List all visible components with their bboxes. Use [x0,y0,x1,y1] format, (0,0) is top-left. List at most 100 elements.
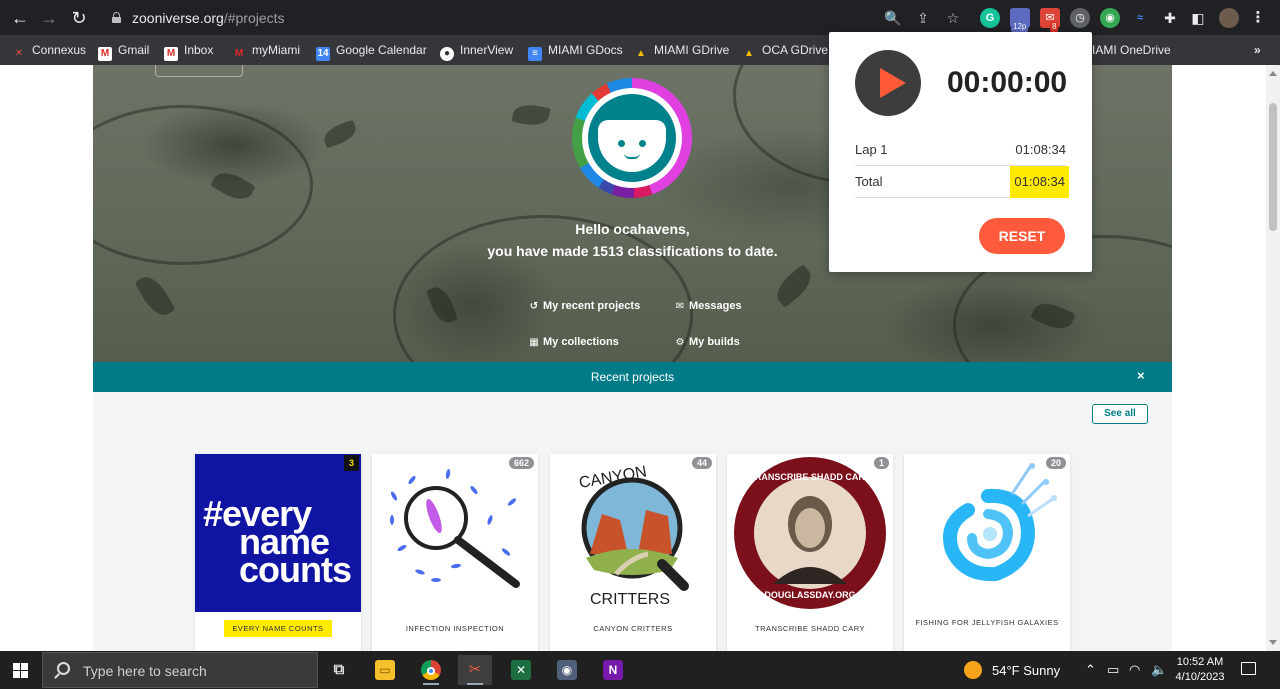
bookmark-miami-gdrive[interactable]: ▲ MIAMI GDrive [634,41,729,59]
classification-count-badge: 1 [873,457,889,469]
grid-icon: ▦ [529,337,539,348]
play-button[interactable] [855,50,921,116]
reload-icon[interactable]: ↻ [68,7,90,29]
zooniverse-face-icon [588,94,676,182]
volume-icon[interactable]: 🔈 [1151,662,1167,678]
wifi-icon[interactable]: ◠ [1129,662,1140,678]
classification-count-badge: 662 [508,457,534,469]
bookmark-label: IAMI OneDrive [1092,43,1171,57]
excel-button[interactable]: ✕ [504,655,538,685]
address-bar[interactable]: zooniverse.org/#projects 🔍 ⇪ ☆ [102,5,970,31]
task-view-button[interactable]: ⧉ [322,655,356,685]
page-scrollbar[interactable] [1266,65,1280,651]
bookmark-inbox[interactable]: M Inbox [164,41,213,61]
gmail-icon: M [164,47,178,61]
bookmark-miami-onedrive[interactable]: IAMI OneDrive [1092,41,1171,59]
galaxy-icon [943,463,1057,582]
bookmark-label: Gmail [118,43,150,57]
taskbar-search-box[interactable]: Type here to search [42,652,318,688]
bookmark-label: InnerView [460,43,514,57]
file-explorer-button[interactable]: ▭ [368,655,402,685]
logo-text: #every name counts [203,496,352,588]
bookmark-mymiami[interactable]: MmyMiami [232,41,300,59]
bookmark-star-icon[interactable]: ☆ [944,9,962,27]
project-name: TRANSCRIBE SHADD CARY [755,624,865,633]
transcribe-shadd-cary-logo: TRANSCRIBE SHADD CARY DOUGLASSDAY.ORG [727,454,893,612]
bookmark-google-calendar[interactable]: 14 Google Calendar [316,41,427,61]
bookmark-label: MIAMI GDocs [548,43,623,57]
snip-tool-button[interactable]: ✂ [458,655,492,685]
project-card-every-name-counts[interactable]: #every name counts 3 EVERY NAME COUNTS [195,454,361,651]
total-row: Total 01:08:34 [855,166,1069,198]
onenote-button[interactable]: N [596,655,630,685]
recent-projects-section: See all #every name counts 3 EVERY NAME … [93,392,1172,651]
project-card-jellyfish-galaxies[interactable]: 20 FISHING FOR JELLYFISH GALAXIES [904,454,1070,651]
my-collections-link[interactable]: ▦ My collections [529,334,619,350]
url-host: zooniverse.org [132,10,224,26]
my-recent-projects-link[interactable]: ↺ My recent projects [529,298,640,314]
project-card-transcribe-shadd-cary[interactable]: TRANSCRIBE SHADD CARY DOUGLASSDAY.ORG 1 … [727,454,893,651]
grammarly-extension-icon[interactable]: G [980,8,1000,28]
recent-projects-header: Recent projects × [93,362,1172,392]
messages-link[interactable]: ✉ Messages [675,298,742,314]
lap-row: Lap 1 01:08:34 [855,134,1066,166]
back-arrow-icon[interactable]: ← [9,7,31,29]
onenote-icon: N [603,660,623,680]
bookmark-connexus[interactable]: ✕ Connexus [12,41,86,59]
profile-avatar[interactable] [1219,8,1239,28]
bookmark-miami-gdocs[interactable]: ≡ MIAMI GDocs [528,41,623,61]
tray-chevron-icon[interactable]: ⌃ [1085,662,1096,678]
close-icon[interactable]: × [1137,362,1145,390]
search-icon [57,662,70,675]
leaf-decoration [511,102,551,128]
forward-arrow-icon[interactable]: → [38,7,60,29]
hero-top-button[interactable] [155,65,243,77]
system-clock[interactable]: 10:52 AM 4/10/2023 [1172,655,1228,685]
folder-icon: ▭ [375,660,395,680]
project-card-canyon-critters[interactable]: CANYON CRITTERS 44 CANYON CRITTERS [550,454,716,651]
camera-button[interactable]: ◉ [550,655,584,685]
classification-count-badge: 44 [691,457,712,469]
puzzle-extensions-icon[interactable]: ✚ [1160,8,1180,28]
chrome-icon [421,660,441,680]
bookmark-innerview[interactable]: ● InnerView [440,41,514,61]
see-all-button[interactable]: See all [1092,404,1148,424]
lock-icon[interactable] [112,12,121,23]
bookmark-label: Connexus [32,43,87,57]
menu-dots-icon[interactable]: ⋮ [1248,8,1268,28]
more-bookmarks-icon[interactable]: » [1254,41,1261,59]
project-name-text: EVERY NAME COUNTS [224,620,332,637]
link-label: Messages [689,300,742,312]
bookmark-oca-gdrive[interactable]: ▲ OCA GDrive [742,41,828,59]
leaf-decoration [134,271,176,321]
portrait-seal-icon: TRANSCRIBE SHADD CARY DOUGLASSDAY.ORG [734,457,886,609]
android-extension-icon[interactable]: ◉ [1100,8,1120,28]
user-avatar[interactable] [572,78,692,198]
innerview-icon: ● [440,47,454,61]
notification-icon[interactable] [1241,662,1256,675]
reset-button[interactable]: RESET [979,218,1065,254]
weather-widget[interactable]: 54°F Sunny [964,661,1060,679]
scissors-icon: ✂ [468,661,482,678]
battery-icon[interactable]: ▭ [1107,662,1119,678]
scroll-down-icon[interactable] [1269,640,1277,645]
recent-projects-title: Recent projects [590,370,675,384]
share-icon[interactable]: ⇪ [914,9,932,27]
scroll-thumb[interactable] [1269,103,1277,231]
zoom-icon[interactable]: 🔍 [884,9,902,27]
my-builds-link[interactable]: ⚙ My builds [675,334,740,350]
wave-extension-icon[interactable]: ≈ [1130,8,1150,28]
scroll-up-icon[interactable] [1269,71,1277,76]
connexus-icon: ✕ [14,48,24,59]
chrome-button[interactable] [414,655,448,685]
project-card-infection-inspection[interactable]: 662 INFECTION INSPECTION [372,454,538,651]
windows-start-icon[interactable] [13,663,28,678]
timer-display: 00:00:00 [947,66,1068,99]
side-panel-icon[interactable]: ◧ [1188,8,1208,28]
drive-icon: ▲ [636,48,646,59]
classification-count-badge: 3 [343,455,359,471]
timer-extension-icon[interactable]: ◷ [1070,8,1090,28]
bookmark-label: myMiami [252,43,300,57]
gmail-icon: M [98,47,112,61]
bookmark-gmail[interactable]: M Gmail [98,41,150,61]
